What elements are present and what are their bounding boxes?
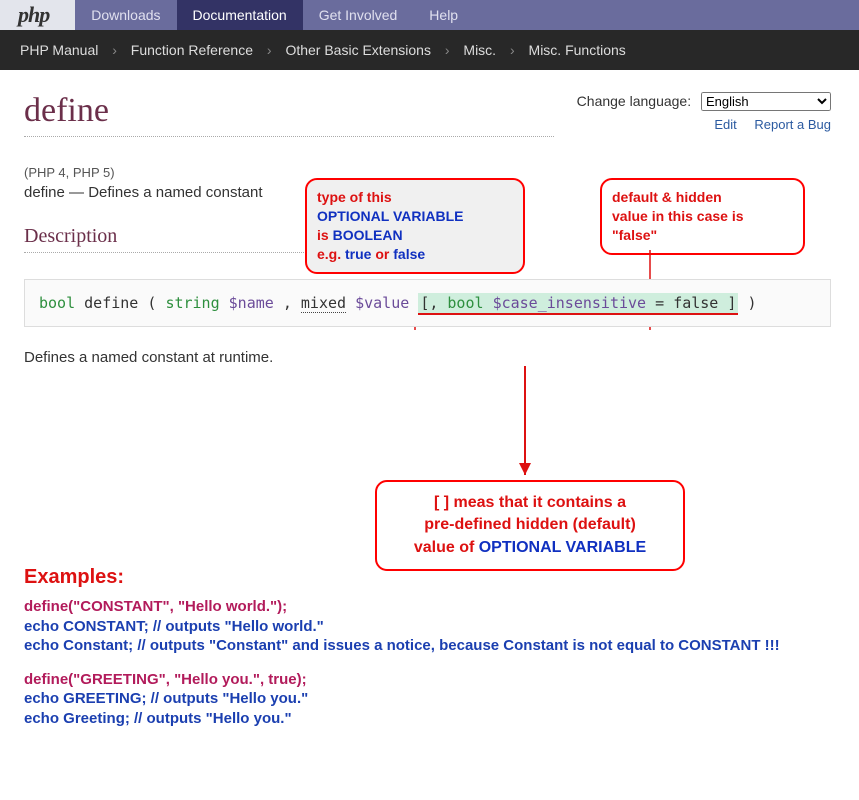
example-line: define("CONSTANT", "Hello world."); — [24, 597, 831, 617]
sig-p1: $name — [229, 294, 274, 312]
sig-paren-close: ) — [747, 294, 756, 312]
lang-label: Change language: — [577, 93, 691, 109]
func-name: define — [24, 184, 65, 201]
sig-opt-param: $case_insensitive — [493, 294, 647, 312]
callout-text: pre-defined hidden (default) — [424, 516, 636, 533]
top-nav: php Downloads Documentation Get Involved… — [0, 0, 859, 30]
sig-space — [484, 294, 493, 312]
sig-opt-r: ] — [718, 294, 736, 312]
edit-link[interactable]: Edit — [714, 117, 736, 132]
page-body: define Change language: English Edit Rep… — [0, 70, 859, 768]
report-bug-link[interactable]: Report a Bug — [754, 117, 831, 132]
callout-text: or — [371, 246, 393, 262]
callout-text: [ ] — [434, 494, 449, 511]
example-block-2: define("GREETING", "Hello you.", true); … — [24, 670, 831, 729]
example-line: define("GREETING", "Hello you.", true); — [24, 670, 831, 690]
example-line: echo Constant; // outputs "Constant" and… — [24, 636, 831, 656]
sig-opt-eq: = — [646, 294, 673, 312]
runtime-desc: Defines a named constant at runtime. — [24, 349, 831, 366]
sig-optional-block: [, bool $case_insensitive = false ] — [418, 294, 738, 315]
language-box: Change language: English Edit Report a B… — [577, 92, 831, 132]
php-logo[interactable]: php — [0, 0, 75, 30]
sig-p2-type: mixed — [301, 294, 346, 313]
nav-downloads[interactable]: Downloads — [75, 0, 176, 30]
callout-optional-type: type of this OPTIONAL VARIABLE is BOOLEA… — [305, 178, 525, 274]
callout-text: default & hidden — [612, 189, 722, 205]
nav-documentation[interactable]: Documentation — [177, 0, 303, 30]
callout-text: value of — [414, 539, 479, 556]
sig-p2: $value — [355, 294, 409, 312]
callout-text: false — [393, 246, 425, 262]
sig-return-type: bool — [39, 294, 75, 312]
crumb-sep: › — [112, 42, 117, 58]
example-line: echo Greeting; // outputs "Hello you." — [24, 709, 831, 729]
func-desc: Defines a named constant — [88, 184, 262, 201]
crumb-misc-func[interactable]: Misc. Functions — [529, 42, 626, 58]
crumb-sep: › — [445, 42, 450, 58]
callout-text: "false" — [612, 227, 657, 243]
crumb-misc[interactable]: Misc. — [463, 42, 496, 58]
crumb-manual[interactable]: PHP Manual — [20, 42, 98, 58]
callout-text: is — [317, 227, 333, 243]
example-line: echo CONSTANT; // outputs "Hello world." — [24, 617, 831, 637]
callout-text: value in this case is — [612, 208, 744, 224]
sig-opt-comma: , — [429, 294, 447, 312]
callout-text: OPTIONAL VARIABLE — [317, 208, 464, 224]
sig-p1-type: string — [165, 294, 219, 312]
page-title: define — [24, 92, 554, 137]
callout-default-value: default & hidden value in this case is "… — [600, 178, 805, 255]
breadcrumb: PHP Manual › Function Reference › Other … — [0, 30, 859, 70]
examples-section: Examples: define("CONSTANT", "Hello worl… — [24, 566, 831, 748]
section-description: Description — [24, 225, 324, 253]
language-select[interactable]: English — [701, 92, 831, 111]
sig-func-name: define — [84, 294, 138, 312]
nav-help[interactable]: Help — [413, 0, 474, 30]
callout-brackets-meaning: [ ] meas that it contains a pre-defined … — [375, 480, 685, 571]
sig-opt-default: false — [673, 294, 718, 312]
sig-opt-type: bool — [447, 294, 483, 312]
callout-text: meas that it contains a — [449, 494, 626, 511]
callout-text: e.g. — [317, 246, 345, 262]
example-line: echo GREETING; // outputs "Hello you." — [24, 689, 831, 709]
crumb-funcref[interactable]: Function Reference — [131, 42, 253, 58]
callout-text: OPTIONAL VARIABLE — [479, 539, 646, 556]
sig-comma: , — [283, 294, 301, 312]
dash: — — [65, 184, 88, 201]
crumb-other[interactable]: Other Basic Extensions — [285, 42, 431, 58]
callout-text: true — [345, 246, 371, 262]
sig-opt-l: [ — [420, 294, 429, 312]
example-block-1: define("CONSTANT", "Hello world."); echo… — [24, 597, 831, 656]
callout-text: type of this — [317, 189, 392, 205]
crumb-sep: › — [267, 42, 272, 58]
nav-get-involved[interactable]: Get Involved — [303, 0, 414, 30]
sig-paren: ( — [147, 294, 165, 312]
callout-text: BOOLEAN — [333, 227, 403, 243]
crumb-sep: › — [510, 42, 515, 58]
function-signature: bool define ( string $name , mixed $valu… — [24, 279, 831, 327]
